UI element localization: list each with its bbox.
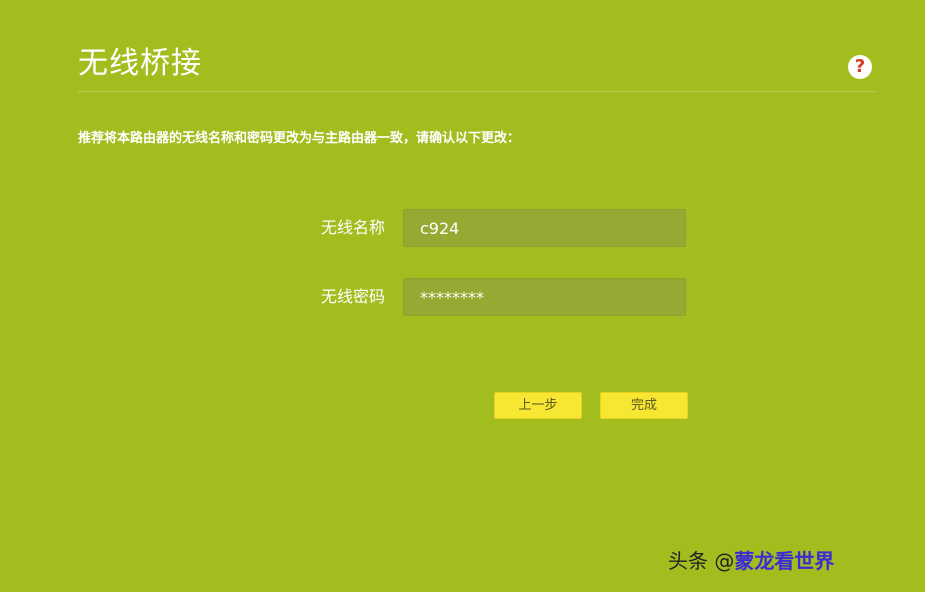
title-divider [78, 91, 875, 92]
router-wizard-page: 无线桥接 ? 推荐将本路由器的无线名称和密码更改为与主路由器一致，请确认以下更改… [0, 0, 925, 592]
watermark-brand: 蒙龙看世界 [734, 549, 835, 573]
finish-button[interactable]: 完成 [600, 392, 688, 419]
description-text: 推荐将本路由器的无线名称和密码更改为与主路由器一致，请确认以下更改： [78, 131, 521, 146]
page-title: 无线桥接 [78, 46, 202, 81]
ssid-input[interactable] [404, 210, 685, 246]
back-button[interactable]: 上一步 [494, 392, 582, 419]
ssid-label: 无线名称 [320, 218, 385, 237]
password-input[interactable] [404, 279, 685, 315]
password-field-box [403, 278, 686, 316]
ssid-field-box [403, 209, 686, 247]
watermark: 头条 @蒙龙看世界 [668, 546, 834, 576]
password-label: 无线密码 [320, 287, 385, 306]
question-circle-icon[interactable]: ? [848, 55, 872, 79]
watermark-prefix: 头条 @ [668, 549, 735, 573]
